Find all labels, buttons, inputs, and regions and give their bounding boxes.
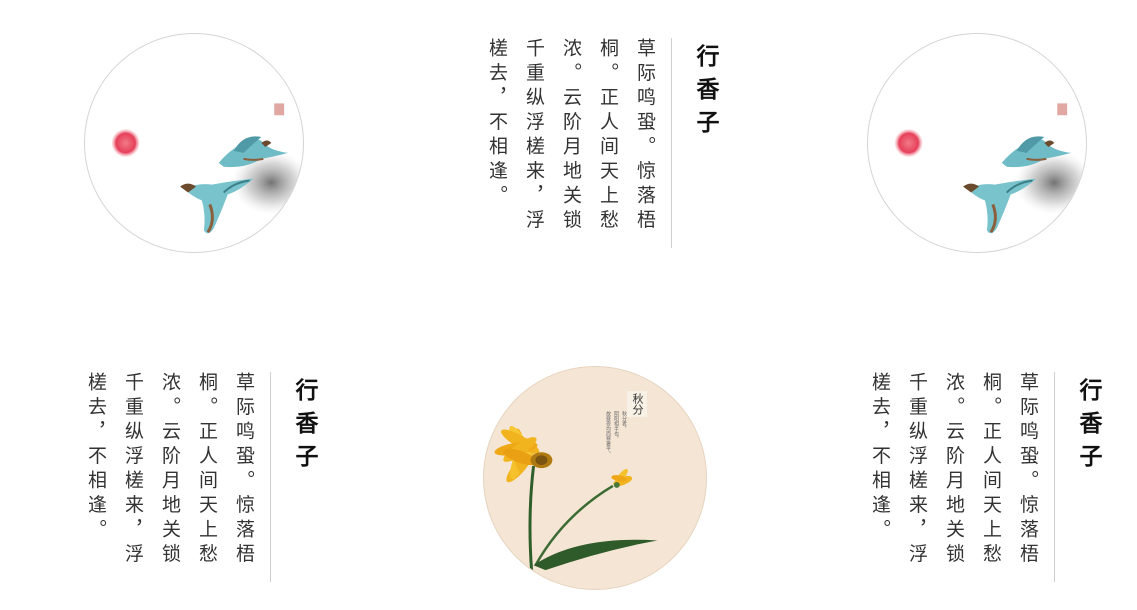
seal-stamp: [1057, 103, 1068, 116]
poem-columns: 草际鸣蛩。惊落梧 桐。正人间天上愁 浓。云阶月地关锁 千重纵浮槎来，浮 槎去，不…: [77, 372, 262, 568]
large-flower: [494, 425, 553, 483]
seal-stamp: [274, 103, 285, 116]
poem-title: 行香子: [692, 44, 719, 143]
poem-line: 千重纵浮槎来，浮: [523, 38, 545, 234]
divider-line: [671, 38, 672, 248]
poem-line: 浓。云阶月地关锁: [159, 372, 181, 568]
poem-line: 浓。云阶月地关锁: [560, 38, 582, 234]
poem-line: 槎去，不相逢。: [869, 372, 891, 544]
poem-columns: 草际鸣蛩。惊落梧 桐。正人间天上愁 浓。云阶月地关锁 千重纵浮槎来，浮 槎去，不…: [478, 38, 663, 234]
poem-line: 草际鸣蛩。惊落梧: [233, 372, 255, 568]
poem-title: 行香子: [291, 378, 318, 477]
poem-line: 浓。云阶月地关锁: [943, 372, 965, 568]
poem-line: 槎去，不相逢。: [486, 38, 508, 210]
poem-block-top: 行香子 草际鸣蛩。惊落梧 桐。正人间天上愁 浓。云阶月地关锁 千重纵浮槎来，浮 …: [478, 38, 722, 248]
poem-line: 千重纵浮槎来，浮: [906, 372, 928, 568]
poem-line: 桐。正人间天上愁: [196, 372, 218, 568]
caption-line-1: 秋分者，: [621, 411, 627, 431]
chrysanthemum-painting: [494, 425, 658, 571]
divider-line: [270, 372, 271, 582]
poem-line: 槎去，不相逢。: [85, 372, 107, 544]
poem-line: 千重纵浮槎来，浮: [122, 372, 144, 568]
poem-line: 草际鸣蛩。惊落梧: [634, 38, 656, 234]
leaf: [533, 539, 658, 571]
solar-term-label: 秋分: [627, 391, 647, 417]
caption-line-2: 阴阳相半也，: [613, 411, 619, 441]
flower-stem: [528, 465, 536, 571]
sun: [894, 129, 923, 157]
divider-line: [1054, 372, 1055, 582]
birds-ink-painting: [111, 103, 303, 234]
poem-columns: 草际鸣蛩。惊落梧 桐。正人间天上愁 浓。云阶月地关锁 千重纵浮槎来，浮 槎去，不…: [861, 372, 1046, 568]
poem-line: 草际鸣蛩。惊落梧: [1017, 372, 1039, 568]
birds-ink-painting: [894, 103, 1086, 234]
autumn-flower-circle: 秋分 秋分者， 阴阳相半也， 故昼夜均而寒暑平。: [483, 366, 707, 590]
bird-painting-circle: [84, 33, 304, 253]
poem-line: 桐。正人间天上愁: [597, 38, 619, 234]
poem-title: 行香子: [1075, 378, 1102, 477]
bird-painting-circle-right: [867, 33, 1087, 253]
caption-line-3: 故昼夜均而寒暑平。: [605, 411, 611, 456]
small-flower: [611, 469, 633, 488]
sun: [111, 129, 140, 157]
poem-block-bottom-right: 行香子 草际鸣蛩。惊落梧 桐。正人间天上愁 浓。云阶月地关锁 千重纵浮槎来，浮 …: [861, 372, 1105, 582]
poem-block-bottom-left: 行香子 草际鸣蛩。惊落梧 桐。正人间天上愁 浓。云阶月地关锁 千重纵浮槎来，浮 …: [77, 372, 321, 582]
poem-line: 桐。正人间天上愁: [980, 372, 1002, 568]
